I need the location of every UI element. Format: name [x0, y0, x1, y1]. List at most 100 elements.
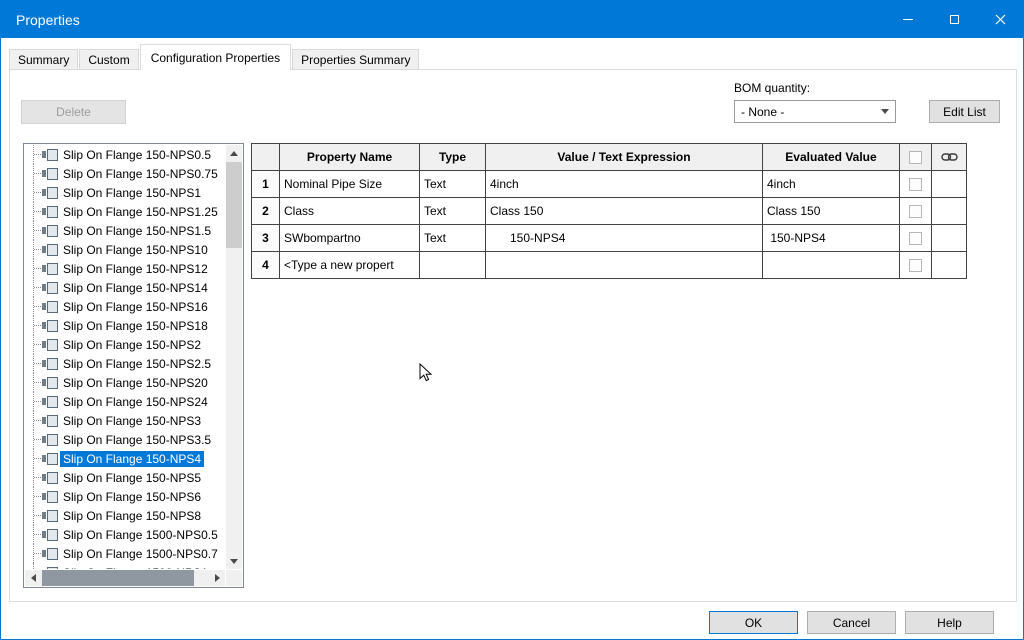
window-title: Properties — [1, 12, 885, 28]
tree-item[interactable]: Slip On Flange 1500-NPS0.5 — [26, 525, 225, 544]
row-checkbox[interactable] — [909, 232, 922, 245]
tree-item[interactable]: Slip On Flange 150-NPS0.75 — [26, 164, 225, 183]
tree-connector — [26, 297, 42, 316]
row-link-cell[interactable] — [932, 171, 967, 198]
tab-custom[interactable]: Custom — [79, 49, 138, 70]
row-number-cell[interactable]: 2 — [252, 198, 280, 225]
configuration-icon — [42, 510, 58, 521]
vertical-scrollbar[interactable] — [226, 145, 242, 569]
tree-item[interactable]: Slip On Flange 150-NPS2 — [26, 335, 225, 354]
tree-item[interactable]: Slip On Flange 150-NPS14 — [26, 278, 225, 297]
tree-item[interactable]: Slip On Flange 150-NPS1.25 — [26, 202, 225, 221]
minimize-button[interactable] — [885, 1, 931, 38]
row-number-cell[interactable]: 3 — [252, 225, 280, 252]
tree-item-label: Slip On Flange 150-NPS6 — [60, 489, 204, 505]
tree-item-label: Slip On Flange 150-NPS1 — [60, 185, 204, 201]
property-name-cell[interactable]: Nominal Pipe Size — [280, 171, 420, 198]
tree-item[interactable]: Slip On Flange 150-NPS4 — [26, 449, 225, 468]
evaluated-value-cell[interactable]: 150-NPS4 — [763, 225, 900, 252]
tree-connector — [26, 183, 42, 202]
tree-item-label: Slip On Flange 150-NPS12 — [60, 261, 211, 277]
scroll-up-button[interactable] — [226, 145, 242, 161]
mouse-cursor — [419, 363, 433, 382]
property-type-cell[interactable]: Text — [420, 198, 486, 225]
chevron-down-icon — [875, 109, 895, 114]
configuration-icon — [42, 168, 58, 179]
tree-item-label: Slip On Flange 150-NPS24 — [60, 394, 211, 410]
property-type-cell[interactable]: Text — [420, 171, 486, 198]
scroll-right-button[interactable] — [209, 570, 225, 586]
bom-quantity-dropdown[interactable]: - None - — [734, 100, 896, 123]
configuration-icon — [42, 320, 58, 331]
configuration-icon — [42, 529, 58, 540]
horizontal-scroll-thumb[interactable] — [42, 570, 194, 586]
tree-item[interactable]: Slip On Flange 150-NPS10 — [26, 240, 225, 259]
scroll-left-button[interactable] — [25, 570, 41, 586]
row-checkbox-cell — [900, 171, 932, 198]
tree-item[interactable]: Slip On Flange 150-NPS0.5 — [26, 145, 225, 164]
delete-button[interactable]: Delete — [21, 100, 126, 124]
tab-label: Properties Summary — [301, 53, 410, 67]
tree-item[interactable]: Slip On Flange 150-NPS20 — [26, 373, 225, 392]
tree-item[interactable]: Slip On Flange 150-NPS16 — [26, 297, 225, 316]
row-link-cell[interactable] — [932, 198, 967, 225]
row-link-cell[interactable] — [932, 225, 967, 252]
tree-item[interactable]: Slip On Flange 150-NPS2.5 — [26, 354, 225, 373]
tree-item[interactable]: Slip On Flange 150-NPS18 — [26, 316, 225, 335]
tree-item[interactable]: Slip On Flange 150-NPS3.5 — [26, 430, 225, 449]
tree-item[interactable]: Slip On Flange 150-NPS5 — [26, 468, 225, 487]
tree-item-label: Slip On Flange 150-NPS4 — [60, 451, 204, 467]
tab-properties-summary[interactable]: Properties Summary — [292, 49, 419, 70]
row-checkbox[interactable] — [909, 259, 922, 272]
horizontal-scrollbar[interactable] — [25, 570, 225, 586]
configuration-icon — [42, 263, 58, 274]
evaluated-value-cell[interactable]: 4inch — [763, 171, 900, 198]
evaluated-value-cell[interactable]: Class 150 — [763, 198, 900, 225]
tree-item[interactable]: Slip On Flange 150-NPS3 — [26, 411, 225, 430]
tree-connector — [26, 221, 42, 240]
evaluated-value-cell[interactable] — [763, 252, 900, 279]
row-checkbox[interactable] — [909, 205, 922, 218]
value-expression-cell[interactable] — [486, 252, 763, 279]
value-expression-cell[interactable]: 4inch — [486, 171, 763, 198]
tree-item[interactable]: Slip On Flange 150-NPS1.5 — [26, 221, 225, 240]
tree-item-label: Slip On Flange 150-NPS20 — [60, 375, 211, 391]
tree-item[interactable]: Slip On Flange 1500-NPS0.7 — [26, 544, 225, 563]
properties-dialog: Properties Summary Custom Configuration … — [0, 0, 1024, 640]
value-expression-cell[interactable]: 150-NPS4 — [486, 225, 763, 252]
tab-summary[interactable]: Summary — [9, 49, 78, 70]
ok-button[interactable]: OK — [709, 611, 798, 634]
tree-connector — [26, 544, 42, 563]
configuration-icon — [42, 415, 58, 426]
configuration-icon — [42, 434, 58, 445]
property-type-cell[interactable]: Text — [420, 225, 486, 252]
tree-connector — [26, 240, 42, 259]
title-bar[interactable]: Properties — [1, 1, 1023, 38]
tree-connector — [26, 202, 42, 221]
edit-list-button[interactable]: Edit List — [929, 100, 1000, 123]
vertical-scroll-thumb[interactable] — [226, 162, 242, 248]
tree-item[interactable]: Slip On Flange 150-NPS8 — [26, 506, 225, 525]
tree-item[interactable]: Slip On Flange 150-NPS1 — [26, 183, 225, 202]
header-checkbox[interactable] — [909, 151, 922, 164]
value-expression-cell[interactable]: Class 150 — [486, 198, 763, 225]
tree-item[interactable]: Slip On Flange 150-NPS6 — [26, 487, 225, 506]
cancel-button[interactable]: Cancel — [807, 611, 896, 634]
close-button[interactable] — [977, 1, 1023, 38]
scroll-down-button[interactable] — [226, 553, 242, 569]
property-name-cell[interactable]: SWbompartno — [280, 225, 420, 252]
tree-item[interactable]: Slip On Flange 150-NPS12 — [26, 259, 225, 278]
row-number-cell[interactable]: 1 — [252, 171, 280, 198]
row-checkbox[interactable] — [909, 178, 922, 191]
tab-configuration-properties[interactable]: Configuration Properties — [140, 44, 291, 70]
row-number-cell[interactable]: 4 — [252, 252, 280, 279]
scrollbar-corner — [226, 570, 242, 586]
tree-item[interactable]: Slip On Flange 150-NPS24 — [26, 392, 225, 411]
maximize-button[interactable] — [931, 1, 977, 38]
help-button[interactable]: Help — [905, 611, 994, 634]
row-link-cell[interactable] — [932, 252, 967, 279]
property-type-cell[interactable] — [420, 252, 486, 279]
property-name-cell[interactable]: <Type a new propert — [280, 252, 420, 279]
property-name-cell[interactable]: Class — [280, 198, 420, 225]
tree-item[interactable]: Slip On Flange 1500-NPS1 — [26, 563, 225, 569]
